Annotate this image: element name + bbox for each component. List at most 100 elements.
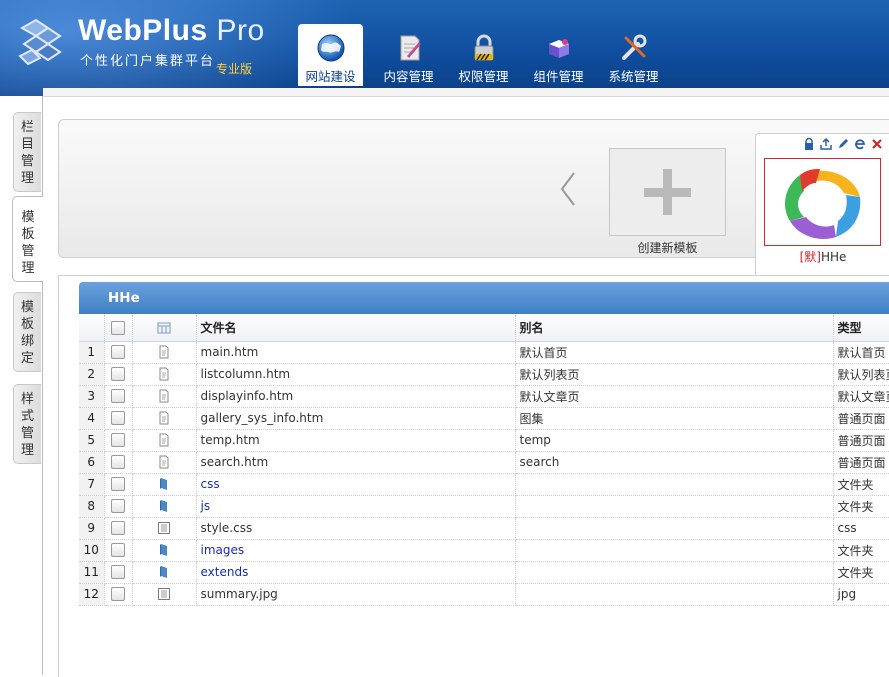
row-checkbox[interactable]	[111, 389, 125, 404]
row-checkbox-cell[interactable]	[104, 517, 133, 540]
nav-content-manage[interactable]: 内容管理	[371, 24, 446, 86]
row-checkbox[interactable]	[111, 477, 125, 492]
row-icon-cell	[132, 407, 197, 430]
row-icon-cell	[132, 385, 197, 408]
main-content: 创建新模板 [默]HHe HHe 文件名 别名 类型 1 main.htm 默认…	[43, 96, 889, 677]
ie-icon[interactable]	[853, 137, 867, 151]
create-template-button[interactable]	[609, 148, 726, 236]
header-select-all[interactable]	[104, 315, 133, 342]
row-type: 默认首页	[833, 341, 889, 364]
row-checkbox-cell[interactable]	[104, 341, 133, 364]
row-icon-cell	[132, 451, 197, 474]
nav-website-build[interactable]: 网站建设	[298, 24, 363, 86]
row-filename[interactable]: temp.htm	[196, 429, 516, 452]
template-thumbnail[interactable]	[764, 158, 881, 246]
table-row[interactable]: 6 search.htm search 普通页面	[79, 451, 889, 474]
main-nav: 网站建设 内容管理 权限管理 组件管理 系统管理	[298, 24, 671, 86]
row-alias: 图集	[515, 407, 834, 430]
row-alias: temp	[515, 429, 834, 452]
table-row[interactable]: 12 summary.jpg jpg	[79, 583, 889, 606]
row-checkbox-cell[interactable]	[104, 539, 133, 562]
row-number: 3	[79, 385, 105, 408]
side-tab-style-manage[interactable]: 样式管理	[13, 384, 41, 464]
page-icon	[157, 345, 171, 359]
row-filename[interactable]: search.htm	[196, 451, 516, 474]
export-icon[interactable]	[819, 137, 833, 151]
template-name: [默]HHe	[756, 248, 889, 265]
side-tab-template-manage[interactable]: 模板管理	[12, 196, 43, 282]
side-tab-template-bind[interactable]: 模板绑定	[13, 292, 41, 372]
row-checkbox-cell[interactable]	[104, 583, 133, 606]
app-title-pro: Pro	[207, 14, 265, 47]
row-checkbox[interactable]	[111, 367, 125, 382]
delete-icon[interactable]	[870, 137, 884, 151]
header-icon-col	[132, 315, 197, 342]
select-all-checkbox[interactable]	[111, 321, 125, 335]
row-checkbox-cell[interactable]	[104, 429, 133, 452]
table-row[interactable]: 3displayinfo.htm默认文章页默认文章页	[79, 385, 889, 408]
row-number: 10	[79, 539, 105, 562]
row-checkbox[interactable]	[111, 521, 125, 536]
app-subtitle: 个性化门户集群平台	[80, 54, 216, 69]
row-checkbox[interactable]	[111, 587, 125, 602]
side-tab-column-manage[interactable]: 栏目管理	[13, 112, 41, 192]
row-checkbox-cell[interactable]	[104, 407, 133, 430]
row-checkbox[interactable]	[111, 455, 125, 470]
table-row[interactable]: 9 style.css css	[79, 517, 889, 540]
header-filename[interactable]: 文件名	[196, 315, 516, 342]
template-name-text: HHe	[820, 250, 847, 264]
row-filename[interactable]: main.htm	[196, 341, 516, 364]
row-checkbox-cell[interactable]	[104, 495, 133, 518]
app-title: WebPlus Pro	[78, 14, 265, 48]
row-checkbox[interactable]	[111, 433, 125, 448]
row-filename[interactable]: listcolumn.htm	[196, 363, 516, 386]
row-checkbox-cell[interactable]	[104, 473, 133, 496]
row-filename[interactable]: style.css	[196, 517, 516, 540]
row-filename[interactable]: summary.jpg	[196, 583, 516, 606]
header-type[interactable]: 类型	[833, 315, 889, 342]
side-tab-label: 样式管理	[21, 392, 35, 458]
file-table: 文件名 别名 类型 1 main.htm 默认首页 默认首页 2 listcolumn.h…	[79, 315, 889, 606]
table-row[interactable]: 2listcolumn.htm默认列表页默认列表页	[79, 363, 889, 386]
row-checkbox[interactable]	[111, 565, 125, 580]
row-filename[interactable]: css	[196, 473, 516, 496]
nav-permission-manage[interactable]: 权限管理	[446, 24, 521, 86]
lock-icon[interactable]	[802, 137, 816, 151]
table-row[interactable]: 11 extends 文件夹	[79, 561, 889, 584]
row-alias: 默认文章页	[515, 385, 834, 408]
row-checkbox-cell[interactable]	[104, 385, 133, 408]
column-settings-icon[interactable]	[157, 321, 171, 335]
default-tag: [默]	[799, 250, 821, 264]
row-checkbox-cell[interactable]	[104, 363, 133, 386]
table-row[interactable]: 1 main.htm 默认首页 默认首页	[79, 341, 889, 364]
row-alias	[515, 517, 834, 540]
row-checkbox[interactable]	[111, 543, 125, 558]
row-filename[interactable]: extends	[196, 561, 516, 584]
row-filename[interactable]: images	[196, 539, 516, 562]
row-checkbox-cell[interactable]	[104, 561, 133, 584]
table-row[interactable]: 5 temp.htm temp 普通页面	[79, 429, 889, 452]
row-filename[interactable]: displayinfo.htm	[196, 385, 516, 408]
row-number: 7	[79, 473, 105, 496]
row-checkbox-cell[interactable]	[104, 451, 133, 474]
table-row[interactable]: 4 gallery_sys_info.htm 图集 普通页面	[79, 407, 889, 430]
row-checkbox[interactable]	[111, 411, 125, 426]
row-filename[interactable]: js	[196, 495, 516, 518]
chevron-left-icon[interactable]	[556, 169, 580, 209]
row-checkbox[interactable]	[111, 345, 125, 360]
table-row[interactable]: 10 images 文件夹	[79, 539, 889, 562]
edit-icon[interactable]	[836, 137, 850, 151]
nav-system-manage[interactable]: 系统管理	[596, 24, 671, 86]
side-tab-label: 模板绑定	[21, 300, 35, 366]
table-row[interactable]: 8 js 文件夹	[79, 495, 889, 518]
row-checkbox[interactable]	[111, 499, 125, 514]
row-type: 默认列表页	[833, 363, 889, 386]
row-filename[interactable]: gallery_sys_info.htm	[196, 407, 516, 430]
page-icon	[157, 367, 171, 381]
side-tab-label: 栏目管理	[21, 120, 35, 186]
table-row[interactable]: 7 css 文件夹	[79, 473, 889, 496]
template-card[interactable]: [默]HHe	[755, 133, 889, 283]
header-alias[interactable]: 别名	[515, 315, 834, 342]
nav-component-manage[interactable]: 组件管理	[521, 24, 596, 86]
row-number: 12	[79, 583, 105, 606]
